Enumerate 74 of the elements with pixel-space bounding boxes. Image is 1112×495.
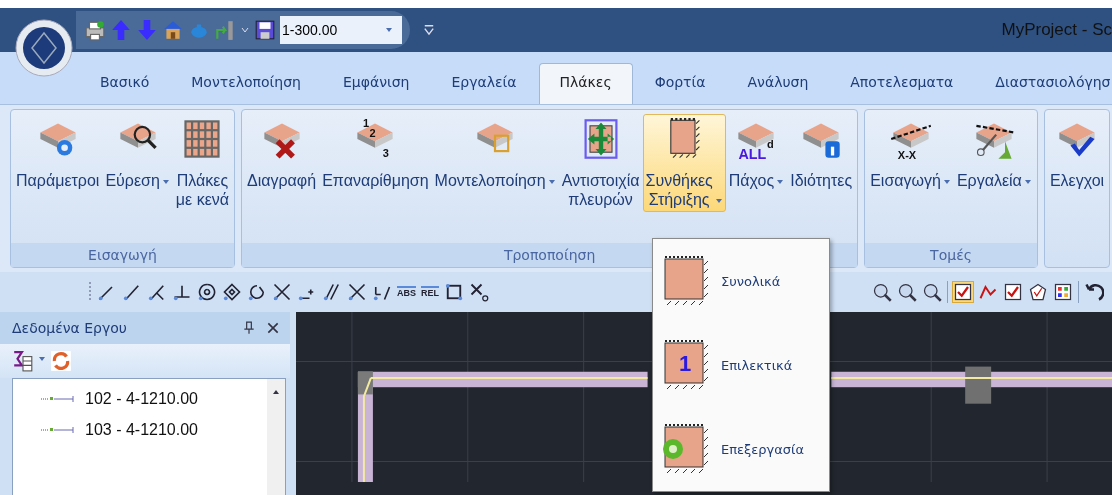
button-label: Εισαγωγή bbox=[870, 171, 941, 190]
button-label: Αντιστοιχία πλευρών bbox=[561, 171, 640, 209]
button-label: Πάχος bbox=[728, 171, 775, 190]
panel-title: Δεδομένα Εργου bbox=[12, 320, 127, 336]
supported-slab-gear-icon bbox=[661, 423, 711, 475]
button-label: Εύρεση bbox=[105, 171, 160, 190]
button-label: Συνθήκες Στήριξης bbox=[645, 171, 713, 209]
group-label: Τροποποίηση bbox=[503, 247, 596, 263]
toolbar-tool[interactable]: REL bbox=[421, 286, 439, 298]
scale-combo[interactable]: 1-300.00 bbox=[280, 16, 402, 44]
ribbon-button[interactable]: Συνθήκες Στήριξης bbox=[642, 114, 726, 212]
sum-list-icon[interactable] bbox=[12, 350, 34, 372]
ribbon-button[interactable]: Αντιστοιχία πλευρών bbox=[558, 114, 643, 212]
drawing-tool-icon[interactable] bbox=[147, 282, 167, 302]
menu-item[interactable]: 1 Επιλεκτικά bbox=[653, 339, 829, 391]
drawing-tool-icon[interactable] bbox=[347, 282, 367, 302]
ribbon-tab[interactable]: Πλάκες bbox=[538, 63, 633, 104]
drawing-tool-icon[interactable] bbox=[247, 282, 267, 302]
drawing-tool-icon[interactable] bbox=[272, 282, 292, 302]
button-label: Παράμετροι bbox=[16, 171, 100, 190]
ribbon-button[interactable]: Εργαλεία bbox=[953, 114, 1035, 193]
button-label: Επαναρίθμηση bbox=[322, 171, 429, 190]
window-title: MyProject - Sc bbox=[1001, 20, 1112, 40]
checkbox-tool-icon[interactable] bbox=[953, 282, 973, 302]
refresh-icon[interactable] bbox=[50, 350, 72, 372]
house-icon[interactable] bbox=[162, 19, 184, 41]
group-label: Εισαγωγή bbox=[88, 247, 157, 263]
ribbon-button[interactable]: X-X Εισαγωγή bbox=[867, 114, 954, 193]
button-label: Εργαλεία bbox=[956, 171, 1022, 190]
undo-icon[interactable] bbox=[1084, 282, 1104, 302]
checkbox-tool-icon[interactable] bbox=[1003, 282, 1023, 302]
caret-icon[interactable] bbox=[38, 355, 46, 362]
button-label: Διαγραφή bbox=[247, 171, 317, 190]
tree-item[interactable]: 102 - 4-1210.00 bbox=[85, 389, 198, 408]
ribbon-tab[interactable]: Αποτελεσματα bbox=[830, 64, 974, 104]
menu-item[interactable]: Επεξεργασία bbox=[653, 423, 829, 475]
ribbon-button[interactable]: Ιδιότητες bbox=[787, 114, 856, 193]
tree-item[interactable]: 103 - 4-1210.00 bbox=[85, 420, 198, 439]
button-label: Ιδιότητες bbox=[790, 171, 853, 190]
button-label: Πλάκες με κενά bbox=[175, 171, 229, 209]
ribbon-tab[interactable]: Εργαλεία bbox=[431, 64, 537, 104]
button-label: Ελεγχοι bbox=[1049, 171, 1105, 190]
ribbon-tab[interactable]: Ανάλυση bbox=[727, 64, 829, 104]
button-label: Μοντελοποίηση bbox=[434, 171, 546, 190]
ribbon-tab[interactable]: Μοντελοποίηση bbox=[171, 64, 321, 104]
supported-slab-icon bbox=[661, 255, 711, 307]
ribbon-button[interactable]: Εύρεση bbox=[102, 114, 173, 193]
ribbon-button[interactable]: Πλάκες με κενά bbox=[172, 114, 232, 212]
ribbon-button[interactable]: Διαγραφή bbox=[244, 114, 320, 193]
drawing-tool-icon[interactable] bbox=[197, 282, 217, 302]
frame-tool-icon[interactable] bbox=[444, 282, 464, 302]
color-grid-icon[interactable] bbox=[1053, 282, 1073, 302]
drawing-tool-icon[interactable] bbox=[322, 282, 342, 302]
ribbon-tab[interactable]: Φορτία bbox=[634, 64, 726, 104]
close-icon[interactable] bbox=[266, 321, 280, 335]
group-label: Τομές bbox=[930, 247, 972, 263]
cross-tool-icon[interactable] bbox=[469, 282, 489, 302]
toolbar-tool[interactable]: ABS bbox=[397, 286, 416, 298]
drawing-tool-icon[interactable] bbox=[122, 282, 142, 302]
caret-icon[interactable] bbox=[240, 25, 250, 35]
ribbon-button[interactable]: Παράμετροι bbox=[13, 114, 103, 193]
menu-item[interactable]: Συνολικά bbox=[653, 255, 829, 307]
pin-icon[interactable] bbox=[242, 321, 256, 335]
ribbon-tab[interactable]: Διαστασιολόγησ bbox=[975, 64, 1112, 104]
ribbon-button[interactable]: Ελεγχοι bbox=[1046, 114, 1108, 193]
zoom-in-icon[interactable] bbox=[872, 282, 892, 302]
ribbon-button[interactable]: Μοντελοποίηση bbox=[431, 114, 559, 193]
drawing-tool-icon[interactable] bbox=[222, 282, 242, 302]
ribbon-tab[interactable]: Εμφάνιση bbox=[322, 64, 430, 104]
pentagon-tool-icon[interactable] bbox=[1028, 282, 1048, 302]
printer-icon[interactable] bbox=[84, 19, 106, 41]
customize-caret-icon[interactable] bbox=[422, 23, 436, 37]
ribbon-button[interactable]: 1 2 3 Επαναρίθμηση bbox=[319, 114, 432, 193]
ribbon-tab[interactable]: Βασικό bbox=[80, 64, 170, 104]
